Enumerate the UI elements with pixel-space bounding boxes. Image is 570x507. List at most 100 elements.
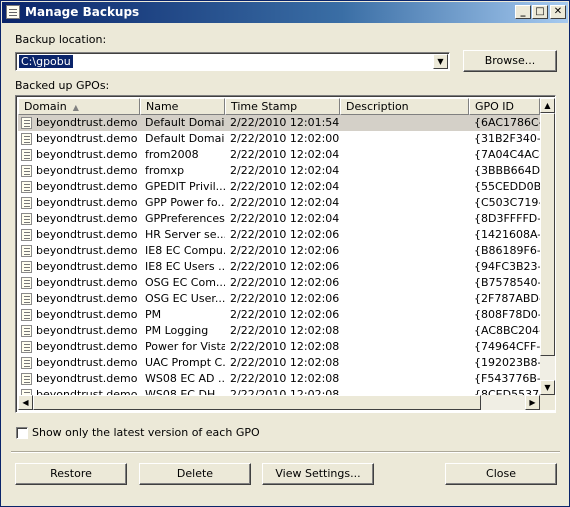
gpo-document-icon: [21, 261, 32, 273]
cell-id: {192023B8-0A9: [474, 356, 540, 369]
latest-version-label[interactable]: Show only the latest version of each GPO: [32, 426, 260, 439]
cell-domain: beyondtrust.demo: [36, 324, 138, 337]
close-button[interactable]: Close: [445, 463, 557, 485]
column-header-description[interactable]: Description: [340, 98, 469, 115]
gpo-backup-icon: [6, 5, 20, 19]
column-header-label: Name: [146, 100, 179, 113]
view-settings-button[interactable]: View Settings...: [262, 463, 374, 485]
cell-time: 2/22/2010 12:02:00 ...: [230, 132, 340, 145]
vertical-scroll-thumb[interactable]: [540, 113, 555, 356]
cell-id: {2F787ABD-E60: [474, 292, 540, 305]
gpo-document-icon: [21, 341, 32, 353]
table-row[interactable]: beyondtrust.demo Power for Vista 2/22/2010…: [18, 339, 540, 355]
table-row[interactable]: beyondtrust.demo GPPreferences 2/22/2010 1…: [18, 211, 540, 227]
backup-location-combobox[interactable]: C:\gpobu ▼: [15, 52, 450, 71]
cell-time: 2/22/2010 12:01:54 ...: [230, 116, 340, 129]
horizontal-scroll-thumb[interactable]: [33, 395, 481, 410]
cell-name: GPPreferences: [145, 212, 225, 225]
gpo-document-icon: [21, 181, 32, 193]
window-title: Manage Backups: [25, 5, 140, 19]
cell-domain: beyondtrust.demo: [36, 372, 138, 385]
backup-location-label: Backup location:: [15, 33, 107, 46]
chevron-down-icon[interactable]: ▼: [433, 54, 448, 69]
restore-button-label: Restore: [50, 467, 92, 480]
cell-domain: beyondtrust.demo: [36, 132, 138, 145]
cell-domain: beyondtrust.demo: [36, 292, 138, 305]
table-row[interactable]: beyondtrust.demo IE8 EC Compu... 2/22/2010…: [18, 243, 540, 259]
cell-id: {8D3FFFFD-A4: [474, 212, 540, 225]
gpo-document-icon: [21, 357, 32, 369]
cell-time: 2/22/2010 12:02:06 ...: [230, 308, 340, 321]
cell-time: 2/22/2010 12:02:06 ...: [230, 228, 340, 241]
column-header-time-stamp[interactable]: Time Stamp: [225, 98, 340, 115]
table-row[interactable]: beyondtrust.demo WS08 EC AD ... 2/22/2010 …: [18, 371, 540, 387]
cell-id: {74964CFF-C4C: [474, 340, 540, 353]
gpo-list-view[interactable]: Domain ▲ Name Time Stamp Description GPO …: [15, 95, 556, 413]
cell-domain: beyondtrust.demo: [36, 212, 138, 225]
delete-button[interactable]: Delete: [139, 463, 251, 485]
column-header-gpo-id[interactable]: GPO ID: [469, 98, 540, 115]
gpo-document-icon: [21, 117, 32, 129]
backup-location-value[interactable]: C:\gpobu: [19, 55, 73, 68]
cell-time: 2/22/2010 12:02:08 ...: [230, 324, 340, 337]
cell-description: [345, 259, 469, 275]
maximize-button[interactable]: □: [532, 5, 548, 19]
table-row[interactable]: beyondtrust.demo Default Domai... 2/22/201…: [18, 115, 540, 131]
scroll-down-icon[interactable]: ▼: [540, 380, 555, 395]
latest-version-checkbox[interactable]: [16, 427, 28, 439]
table-row[interactable]: beyondtrust.demo IE8 EC Users ... 2/22/201…: [18, 259, 540, 275]
gpo-document-icon: [21, 245, 32, 257]
minimize-button[interactable]: _: [515, 5, 531, 19]
list-header: Domain ▲ Name Time Stamp Description GPO …: [18, 98, 540, 115]
cell-domain: beyondtrust.demo: [36, 148, 138, 161]
cell-name: WS08 EC AD ...: [145, 372, 225, 385]
vertical-scrollbar[interactable]: ▲ ▼: [540, 98, 555, 395]
table-row[interactable]: beyondtrust.demo PM 2/22/2010 12:02:06 ...…: [18, 307, 540, 323]
table-row[interactable]: beyondtrust.demo PM Logging 2/22/2010 12:0…: [18, 323, 540, 339]
table-row[interactable]: beyondtrust.demo GPP Power fo... 2/22/2010…: [18, 195, 540, 211]
scroll-up-icon[interactable]: ▲: [540, 98, 555, 113]
cell-domain: beyondtrust.demo: [36, 276, 138, 289]
cell-domain: beyondtrust.demo: [36, 244, 138, 257]
table-row[interactable]: beyondtrust.demo OSG EC Com... 2/22/2010 1…: [18, 275, 540, 291]
cell-description: [345, 275, 469, 291]
scrollbar-corner: [540, 395, 555, 410]
cell-id: {C503C719-E19: [474, 196, 540, 209]
table-row[interactable]: beyondtrust.demo GPEDIT Privil... 2/22/201…: [18, 179, 540, 195]
column-header-name[interactable]: Name: [140, 98, 225, 115]
gpo-document-icon: [21, 197, 32, 209]
table-row[interactable]: beyondtrust.demo OSG EC User... 2/22/2010 …: [18, 291, 540, 307]
restore-button[interactable]: Restore: [15, 463, 127, 485]
cell-id: {B86189F6-08F: [474, 244, 540, 257]
gpo-document-icon: [21, 325, 32, 337]
cell-id: {808F78D0-DA: [474, 308, 540, 321]
table-row[interactable]: beyondtrust.demo HR Server se... 2/22/2010…: [18, 227, 540, 243]
browse-button[interactable]: Browse...: [463, 50, 557, 72]
title-bar[interactable]: Manage Backups _ □ ✕: [2, 2, 568, 23]
table-row[interactable]: beyondtrust.demo from2008 2/22/2010 12:02:…: [18, 147, 540, 163]
scroll-left-icon[interactable]: ◀: [18, 395, 33, 410]
close-window-button[interactable]: ✕: [550, 5, 566, 19]
gpo-document-icon: [21, 213, 32, 225]
cell-id: {94FC3B23-C75: [474, 260, 540, 273]
cell-id: {B7578540-5B0: [474, 276, 540, 289]
cell-id: {F543776B-E23: [474, 372, 540, 385]
cell-description: [345, 163, 469, 179]
cell-name: Power for Vista: [145, 340, 225, 353]
table-row[interactable]: beyondtrust.demo Default Domai... 2/22/201…: [18, 131, 540, 147]
scroll-right-icon[interactable]: ▶: [525, 395, 540, 410]
close-button-label: Close: [486, 467, 516, 480]
column-header-label: Time Stamp: [231, 100, 298, 113]
cell-name: Default Domai...: [145, 116, 225, 129]
column-header-label: GPO ID: [475, 100, 515, 113]
horizontal-scrollbar[interactable]: ◀ ▶: [18, 395, 540, 410]
table-row[interactable]: beyondtrust.demo UAC Prompt C... 2/22/2010…: [18, 355, 540, 371]
gpo-document-icon: [21, 373, 32, 385]
cell-domain: beyondtrust.demo: [36, 180, 138, 193]
gpo-document-icon: [21, 309, 32, 321]
cell-description: [345, 355, 469, 371]
cell-name: IE8 EC Compu...: [145, 244, 225, 257]
column-header-label: Domain: [24, 100, 67, 113]
column-header-domain[interactable]: Domain ▲: [18, 98, 140, 115]
table-row[interactable]: beyondtrust.demo fromxp 2/22/2010 12:02:04…: [18, 163, 540, 179]
